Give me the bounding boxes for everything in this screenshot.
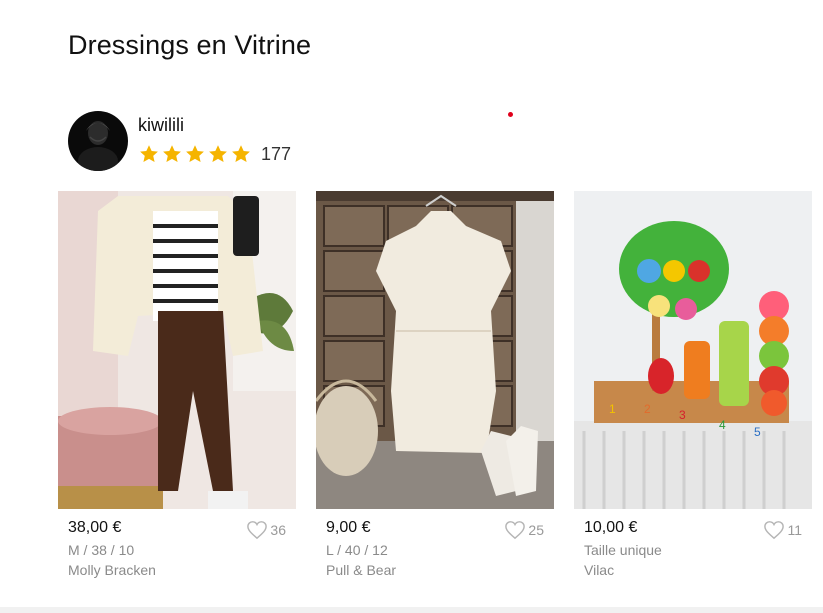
svg-text:2: 2 [644,402,651,416]
favorite-button[interactable]: 25 [504,520,544,540]
item-card[interactable]: 9,00 € 25 L / 40 / 12 Pull & Bear [316,191,554,578]
item-photo[interactable] [316,191,554,509]
avatar[interactable] [68,111,128,171]
notification-dot [508,112,513,117]
item-card[interactable]: 1 2 3 4 5 10,00 € 11 Taille unique Vilac [574,191,812,578]
favorite-count: 25 [528,522,544,538]
item-brand[interactable]: Vilac [584,562,614,578]
heart-outline-icon [505,521,526,540]
item-brand[interactable]: Pull & Bear [326,562,396,578]
favorite-button[interactable]: 11 [763,520,802,540]
item-price: 9,00 € [326,519,371,536]
section-title: Dressings en Vitrine [68,30,312,60]
page-divider [0,607,823,613]
item-price: 38,00 € [68,519,122,536]
item-size: L / 40 / 12 [326,542,388,558]
star-icon [140,145,158,162]
item-size: Taille unique [584,542,662,558]
seller-rating: 177 [138,143,291,165]
item-photo[interactable] [58,191,296,509]
svg-text:5: 5 [754,425,761,439]
heart-outline-icon [764,521,785,540]
svg-text:3: 3 [679,408,686,422]
item-photo[interactable]: 1 2 3 4 5 [574,191,812,509]
svg-text:4: 4 [719,418,726,432]
item-brand[interactable]: Molly Bracken [68,562,156,578]
showcase-page: Dressings en Vitrine kiwilili 177 38,00 … [0,0,823,613]
heart-outline-icon [247,521,268,540]
rating-count: 177 [261,143,292,164]
item-size: M / 38 / 10 [68,542,135,558]
favorite-count: 36 [270,522,286,538]
item-price: 10,00 € [584,519,638,536]
favorite-button[interactable]: 36 [246,520,286,540]
favorite-count: 11 [787,522,802,538]
seller-username[interactable]: kiwilili [138,115,184,136]
star-icon [163,145,181,162]
star-icon [232,145,250,162]
item-card[interactable]: 38,00 € 36 M / 38 / 10 Molly Bracken [58,191,296,578]
star-icon [209,145,227,162]
svg-text:1: 1 [609,402,616,416]
star-icon [186,145,204,162]
